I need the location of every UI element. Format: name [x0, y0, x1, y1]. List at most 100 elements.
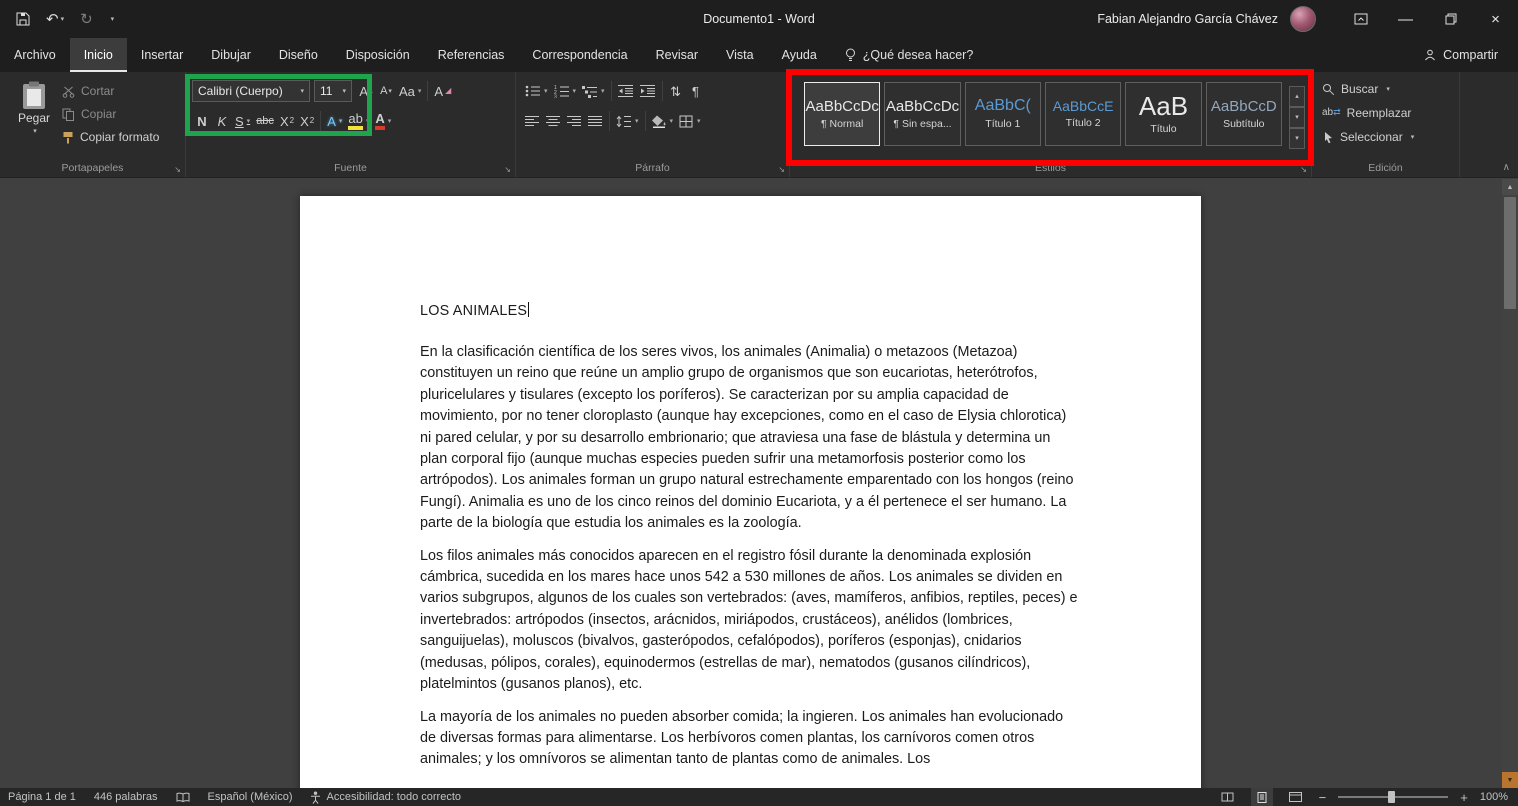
numbering-icon: 123: [554, 85, 569, 98]
tab-referencias[interactable]: Referencias: [424, 38, 519, 72]
tab-revisar[interactable]: Revisar: [642, 38, 712, 72]
vertical-scrollbar[interactable]: ▲ ▼: [1502, 179, 1518, 788]
separator: [661, 81, 663, 101]
style-titulo-2[interactable]: AaBbCcE Título 2: [1044, 82, 1122, 146]
align-left-button[interactable]: [522, 110, 543, 132]
document-canvas[interactable]: LOS ANIMALES En la clasificación científ…: [0, 179, 1518, 788]
tab-diseno[interactable]: Diseño: [265, 38, 332, 72]
minimize-button[interactable]: —: [1383, 0, 1428, 38]
replace-button[interactable]: ab⇄ Reemplazar: [1322, 104, 1453, 122]
page-count[interactable]: Página 1 de 1: [8, 791, 76, 803]
dialog-launcher-icon[interactable]: ↘: [1300, 166, 1307, 174]
user-avatar[interactable]: [1290, 6, 1316, 32]
share-button[interactable]: Compartir: [1404, 38, 1518, 72]
accessibility-status[interactable]: Accesibilidad: todo correcto: [310, 791, 461, 804]
select-button[interactable]: Seleccionar ▾: [1322, 128, 1453, 146]
tab-ayuda[interactable]: Ayuda: [768, 38, 831, 72]
increase-indent-button[interactable]: [637, 80, 659, 102]
grow-font-button[interactable]: A ▴: [356, 80, 376, 102]
find-button[interactable]: Buscar ▾: [1322, 80, 1453, 98]
superscript-button[interactable]: X2: [297, 110, 317, 132]
tell-me-box[interactable]: ¿Qué desea hacer?: [831, 38, 988, 72]
align-right-button[interactable]: [564, 110, 585, 132]
group-fuente: Calibri (Cuerpo) ▾ 11 ▾ A ▴ A ▾ Aa ▾ A ◢ N K…: [186, 72, 516, 177]
multilevel-list-button[interactable]: ▾: [579, 80, 608, 102]
styles-scroll-up-button[interactable]: ▴: [1288, 86, 1305, 107]
shading-button[interactable]: ▾: [649, 110, 677, 132]
cut-button[interactable]: Cortar: [62, 82, 159, 100]
language-status[interactable]: Español (México): [208, 791, 293, 803]
text-effects-button[interactable]: A ▾: [324, 110, 345, 132]
line-spacing-button[interactable]: ▾: [613, 110, 642, 132]
copy-button[interactable]: Copiar: [62, 105, 159, 123]
web-layout-icon: [1289, 792, 1303, 802]
font-size-combo[interactable]: 11 ▾: [314, 80, 352, 102]
web-layout-button[interactable]: [1285, 788, 1307, 806]
scroll-up-button[interactable]: ▲: [1502, 179, 1518, 195]
zoom-slider-thumb[interactable]: [1388, 791, 1396, 803]
decrease-indent-button[interactable]: [615, 80, 637, 102]
bold-button[interactable]: N: [192, 110, 212, 132]
styles-scroll-down-button[interactable]: ▾: [1288, 107, 1305, 128]
person-icon: [1425, 49, 1436, 61]
close-button[interactable]: ×: [1473, 0, 1518, 38]
tab-archivo[interactable]: Archivo: [0, 38, 70, 72]
dialog-launcher-icon[interactable]: ↘: [778, 166, 785, 174]
subscript-button[interactable]: X2: [277, 110, 297, 132]
show-marks-button[interactable]: ¶: [686, 80, 706, 102]
strikethrough-button[interactable]: abc: [253, 110, 277, 132]
styles-more-button[interactable]: ▾: [1288, 128, 1305, 149]
restore-button[interactable]: [1428, 0, 1473, 38]
save-button[interactable]: [16, 12, 30, 26]
style-label: ¶ Sin espa...: [893, 117, 952, 130]
tab-correspondencia[interactable]: Correspondencia: [518, 38, 641, 72]
redo-button[interactable]: ↻: [80, 12, 93, 27]
zoom-percentage[interactable]: 100%: [1480, 791, 1508, 803]
read-mode-button[interactable]: [1217, 788, 1239, 806]
scrollbar-thumb[interactable]: [1504, 197, 1516, 309]
scroll-down-button[interactable]: ▼: [1502, 772, 1518, 788]
text-effects-icon: A: [327, 113, 336, 129]
style-normal[interactable]: AaBbCcDc ¶ Normal: [804, 82, 881, 146]
word-count[interactable]: 446 palabras: [94, 791, 158, 803]
highlight-color-button[interactable]: ab ▾: [345, 110, 372, 132]
style-subtitulo[interactable]: AaBbCcD Subtítulo: [1205, 82, 1282, 146]
clear-formatting-button[interactable]: A ◢: [431, 80, 454, 102]
align-center-button[interactable]: [543, 110, 564, 132]
shrink-font-button[interactable]: A ▾: [376, 80, 396, 102]
dialog-launcher-icon[interactable]: ↘: [174, 166, 181, 174]
sort-button[interactable]: ⇅: [666, 80, 686, 102]
dialog-launcher-icon[interactable]: ↘: [504, 166, 511, 174]
underline-button[interactable]: S ▾: [232, 110, 253, 132]
ribbon-display-options-button[interactable]: [1338, 0, 1383, 38]
customize-qat-button[interactable]: ▾: [109, 16, 115, 23]
style-titulo-1[interactable]: AaBbC( Título 1: [964, 82, 1041, 146]
undo-button[interactable]: ↶ ▾: [46, 12, 64, 27]
change-case-button[interactable]: Aa ▾: [396, 80, 424, 102]
tab-inicio[interactable]: Inicio: [69, 38, 127, 72]
tab-dibujar[interactable]: Dibujar: [197, 38, 265, 72]
paste-button[interactable]: Pegar ▾: [6, 78, 62, 146]
format-painter-button[interactable]: Copiar formato: [62, 128, 159, 146]
document-page[interactable]: LOS ANIMALES En la clasificación científ…: [300, 196, 1201, 788]
print-layout-button[interactable]: [1250, 788, 1273, 806]
justify-button[interactable]: [585, 110, 606, 132]
zoom-in-button[interactable]: +: [1460, 791, 1468, 804]
account-name[interactable]: Fabian Alejandro García Chávez: [1097, 12, 1278, 26]
style-sin-espaciado[interactable]: AaBbCcDc ¶ Sin espa...: [884, 82, 961, 146]
italic-button[interactable]: K: [212, 110, 232, 132]
zoom-out-button[interactable]: −: [1319, 791, 1327, 804]
tab-disposicion[interactable]: Disposición: [332, 38, 424, 72]
proofing-status[interactable]: [176, 792, 190, 803]
collapse-ribbon-button[interactable]: ∧: [1503, 163, 1510, 173]
tab-insertar[interactable]: Insertar: [127, 38, 197, 72]
group-label-edicion: Edición: [1368, 162, 1403, 174]
font-name-combo[interactable]: Calibri (Cuerpo) ▾: [192, 80, 310, 102]
bullets-button[interactable]: ▾: [522, 80, 551, 102]
numbering-button[interactable]: 123 ▾: [551, 80, 580, 102]
style-titulo[interactable]: AaB Título: [1125, 82, 1202, 146]
zoom-slider[interactable]: [1338, 791, 1449, 803]
font-color-button[interactable]: A ▾: [372, 110, 394, 132]
borders-button[interactable]: ▾: [676, 110, 704, 132]
tab-vista[interactable]: Vista: [712, 38, 768, 72]
